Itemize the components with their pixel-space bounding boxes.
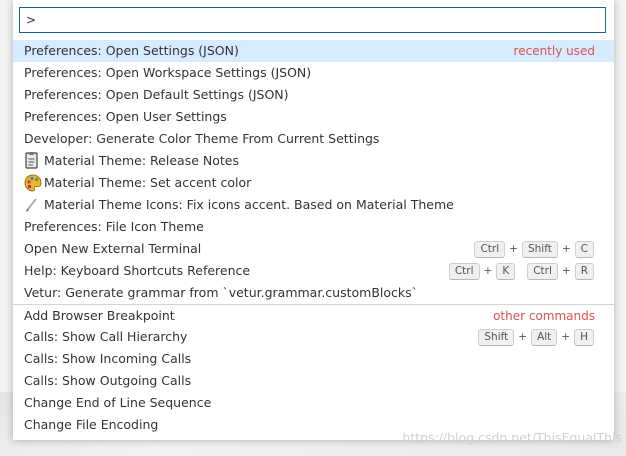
key-cap: Shift (478, 328, 515, 346)
command-label: Calls: Show Call Hierarchy (24, 329, 188, 344)
key-cap: H (574, 328, 594, 346)
command-label: Preferences: Open Workspace Settings (JS… (24, 65, 312, 80)
command-input-wrapper (19, 7, 606, 33)
command-input[interactable] (19, 7, 606, 33)
command-group-label: recently used (513, 44, 595, 58)
key-cap: Ctrl (527, 262, 558, 280)
command-item[interactable]: Preferences: Open User Settings (13, 106, 614, 128)
key-cap: Alt (531, 328, 558, 346)
command-item[interactable]: Help: Keyboard Shortcuts Reference Ctrl + K… (13, 260, 614, 282)
key-plus: + (561, 331, 571, 343)
command-label: Open New External Terminal (24, 241, 202, 256)
command-item[interactable]: Change End of Line Sequence (13, 392, 614, 414)
keybinding: Shift + Alt + H (478, 328, 594, 346)
command-label: Preferences: Open Default Settings (JSON… (24, 87, 289, 102)
command-label: Preferences: File Icon Theme (24, 219, 204, 234)
key-cap: Ctrl (448, 262, 480, 280)
command-label: Material Theme Icons: Fix icons accent. … (44, 197, 454, 212)
key-cap: K (496, 262, 516, 280)
command-label: Add Browser Breakpoint (24, 308, 175, 323)
command-label: Change End of Line Sequence (24, 395, 212, 410)
command-label: Calls: Show Incoming Calls (24, 351, 192, 366)
command-label: Calls: Show Outgoing Calls (24, 373, 192, 388)
key-plus: + (561, 243, 571, 255)
watermark: https://blog.csdn.net/ThisEqualThis (402, 430, 622, 445)
key-plus: + (483, 265, 493, 277)
key-cap: C (574, 240, 594, 258)
command-palette: Preferences: Open Settings (JSON) recentl… (13, 0, 614, 440)
command-label: Help: Keyboard Shortcuts Reference (24, 263, 251, 278)
notes-icon (24, 150, 40, 172)
command-item[interactable]: Add Browser Breakpoint other commands (13, 304, 614, 326)
command-item[interactable]: Material Theme Icons: Fix icons accent. … (13, 194, 614, 216)
brush-icon (24, 194, 40, 216)
command-item[interactable]: Material Theme: Set accent color (13, 172, 614, 194)
command-item[interactable]: Calls: Show Outgoing Calls (13, 370, 614, 392)
command-label: Change File Encoding (24, 417, 159, 432)
command-item[interactable]: Vetur: Generate grammar from `vetur.gram… (13, 282, 614, 304)
command-item[interactable]: Preferences: Open Workspace Settings (JS… (13, 62, 614, 84)
command-label: Preferences: Open Settings (JSON) (24, 43, 239, 58)
command-label: Vetur: Generate grammar from `vetur.gram… (24, 285, 418, 300)
command-item[interactable]: Calls: Show Call Hierarchy Shift + Alt + H (13, 326, 614, 348)
command-item[interactable]: Developer: Generate Color Theme From Cur… (13, 128, 614, 150)
keybinding: Ctrl + Shift + C (474, 240, 594, 258)
command-item[interactable]: Preferences: Open Default Settings (JSON… (13, 84, 614, 106)
key-cap: Shift (521, 240, 558, 258)
command-item[interactable]: Material Theme: Release Notes (13, 150, 614, 172)
command-item[interactable]: Preferences: Open Settings (JSON) recentl… (13, 40, 614, 62)
command-group-label: other commands (493, 309, 595, 323)
command-label: Material Theme: Release Notes (44, 153, 239, 168)
key-plus: + (509, 243, 518, 255)
key-plus: + (561, 265, 571, 277)
palette-icon (24, 172, 42, 194)
command-label: Material Theme: Set accent color (44, 175, 252, 190)
keybinding: Ctrl + K Ctrl + R (448, 262, 594, 280)
key-cap: R (574, 262, 594, 280)
key-plus: + (518, 331, 528, 343)
command-label: Developer: Generate Color Theme From Cur… (24, 131, 380, 146)
command-label: Preferences: Open User Settings (24, 109, 227, 124)
command-item[interactable]: Calls: Show Incoming Calls (13, 348, 614, 370)
key-cap: Ctrl (474, 240, 506, 258)
command-item[interactable]: Open New External Terminal Ctrl + Shift + C (13, 238, 614, 260)
command-item[interactable]: Preferences: File Icon Theme (13, 216, 614, 238)
